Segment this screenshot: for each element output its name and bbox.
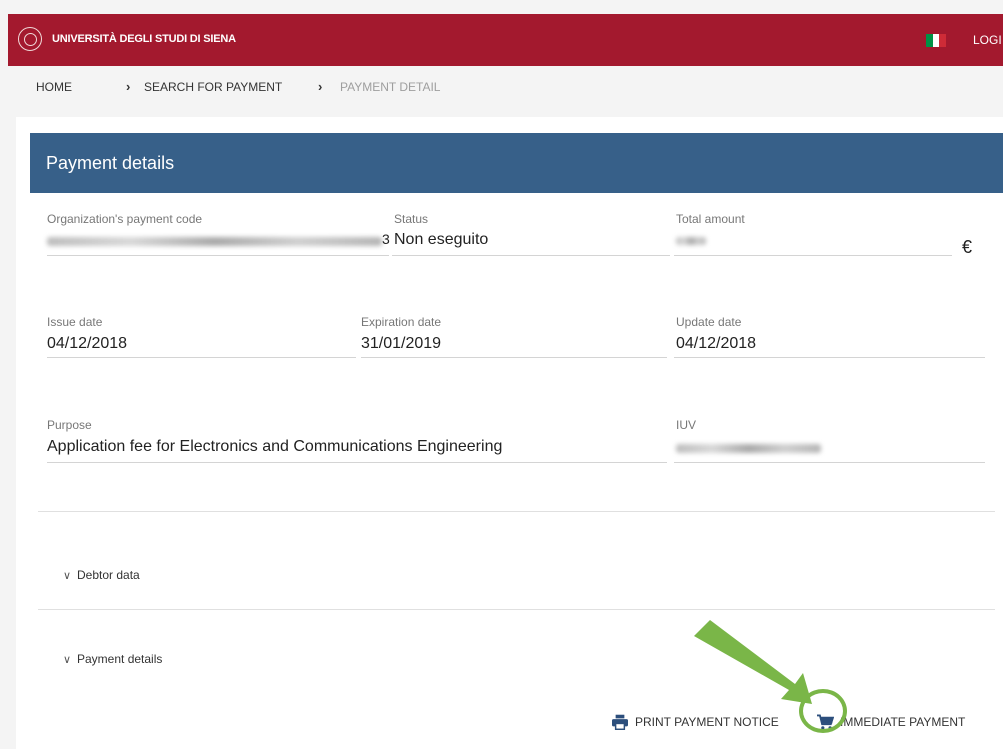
payment-details-expander[interactable]: ∨ Payment details <box>63 652 162 666</box>
university-name[interactable]: UNIVERSITÀ DEGLI STUDI DI SIENA <box>52 33 236 45</box>
org-code-underline <box>47 255 389 256</box>
debtor-data-label: Debtor data <box>77 568 140 582</box>
org-code-value: 3 <box>382 231 390 247</box>
immediate-payment-label: IMMEDIATE PAYMENT <box>840 715 966 729</box>
purpose-value: Application fee for Electronics and Comm… <box>47 438 503 455</box>
org-code-label: Organization's payment code <box>47 212 203 226</box>
university-seal-logo[interactable] <box>18 27 42 51</box>
update-date-underline <box>674 357 985 358</box>
card-title: Payment details <box>46 153 175 173</box>
chevron-right-icon: › <box>126 79 131 94</box>
debtor-data-expander[interactable]: ∨ Debtor data <box>63 568 140 582</box>
breadcrumb-home[interactable]: HOME <box>36 80 72 94</box>
payment-details-label: Payment details <box>77 652 163 666</box>
issue-date-underline <box>47 357 356 358</box>
expiration-date-underline <box>361 357 667 358</box>
org-code-redacted <box>47 237 382 246</box>
update-date-label: Update date <box>676 315 742 329</box>
status-value: Non eseguito <box>394 231 489 248</box>
annotation-highlight-ring <box>799 689 847 733</box>
card-header: Payment details <box>30 133 1003 193</box>
print-payment-notice-label: PRINT PAYMENT NOTICE <box>635 715 779 729</box>
iuv-redacted <box>676 444 821 453</box>
breadcrumb-payment-detail: PAYMENT DETAIL <box>340 80 441 94</box>
chevron-down-icon: ∨ <box>63 570 72 582</box>
expiration-date-label: Expiration date <box>361 315 442 329</box>
printer-icon <box>612 714 628 730</box>
italian-flag-icon[interactable] <box>926 34 947 47</box>
expiration-date-value: 31/01/2019 <box>361 335 442 352</box>
chevron-right-icon: › <box>318 79 323 94</box>
total-amount-underline <box>674 255 952 256</box>
breadcrumb-search-for-payment[interactable]: SEARCH FOR PAYMENT <box>144 80 282 94</box>
payment-card: Payment details Organization's payment c… <box>16 117 1003 749</box>
euro-currency-symbol: € <box>962 237 973 257</box>
total-amount-label: Total amount <box>676 212 745 226</box>
status-underline <box>392 255 670 256</box>
purpose-label: Purpose <box>47 418 92 432</box>
section-divider <box>38 511 995 512</box>
issue-date-value: 04/12/2018 <box>47 335 128 352</box>
login-link[interactable]: LOGI <box>973 33 1002 47</box>
update-date-value: 04/12/2018 <box>676 335 757 352</box>
issue-date-label: Issue date <box>47 315 103 329</box>
total-amount-redacted <box>676 237 706 245</box>
iuv-underline <box>674 462 985 463</box>
top-bar: UNIVERSITÀ DEGLI STUDI DI SIENA LOGI <box>8 14 1003 66</box>
print-payment-notice-button[interactable]: PRINT PAYMENT NOTICE <box>611 714 779 730</box>
chevron-down-icon: ∨ <box>63 654 72 666</box>
purpose-underline <box>47 462 667 463</box>
iuv-label: IUV <box>676 418 697 432</box>
status-label: Status <box>394 212 429 226</box>
section-divider <box>38 609 995 610</box>
